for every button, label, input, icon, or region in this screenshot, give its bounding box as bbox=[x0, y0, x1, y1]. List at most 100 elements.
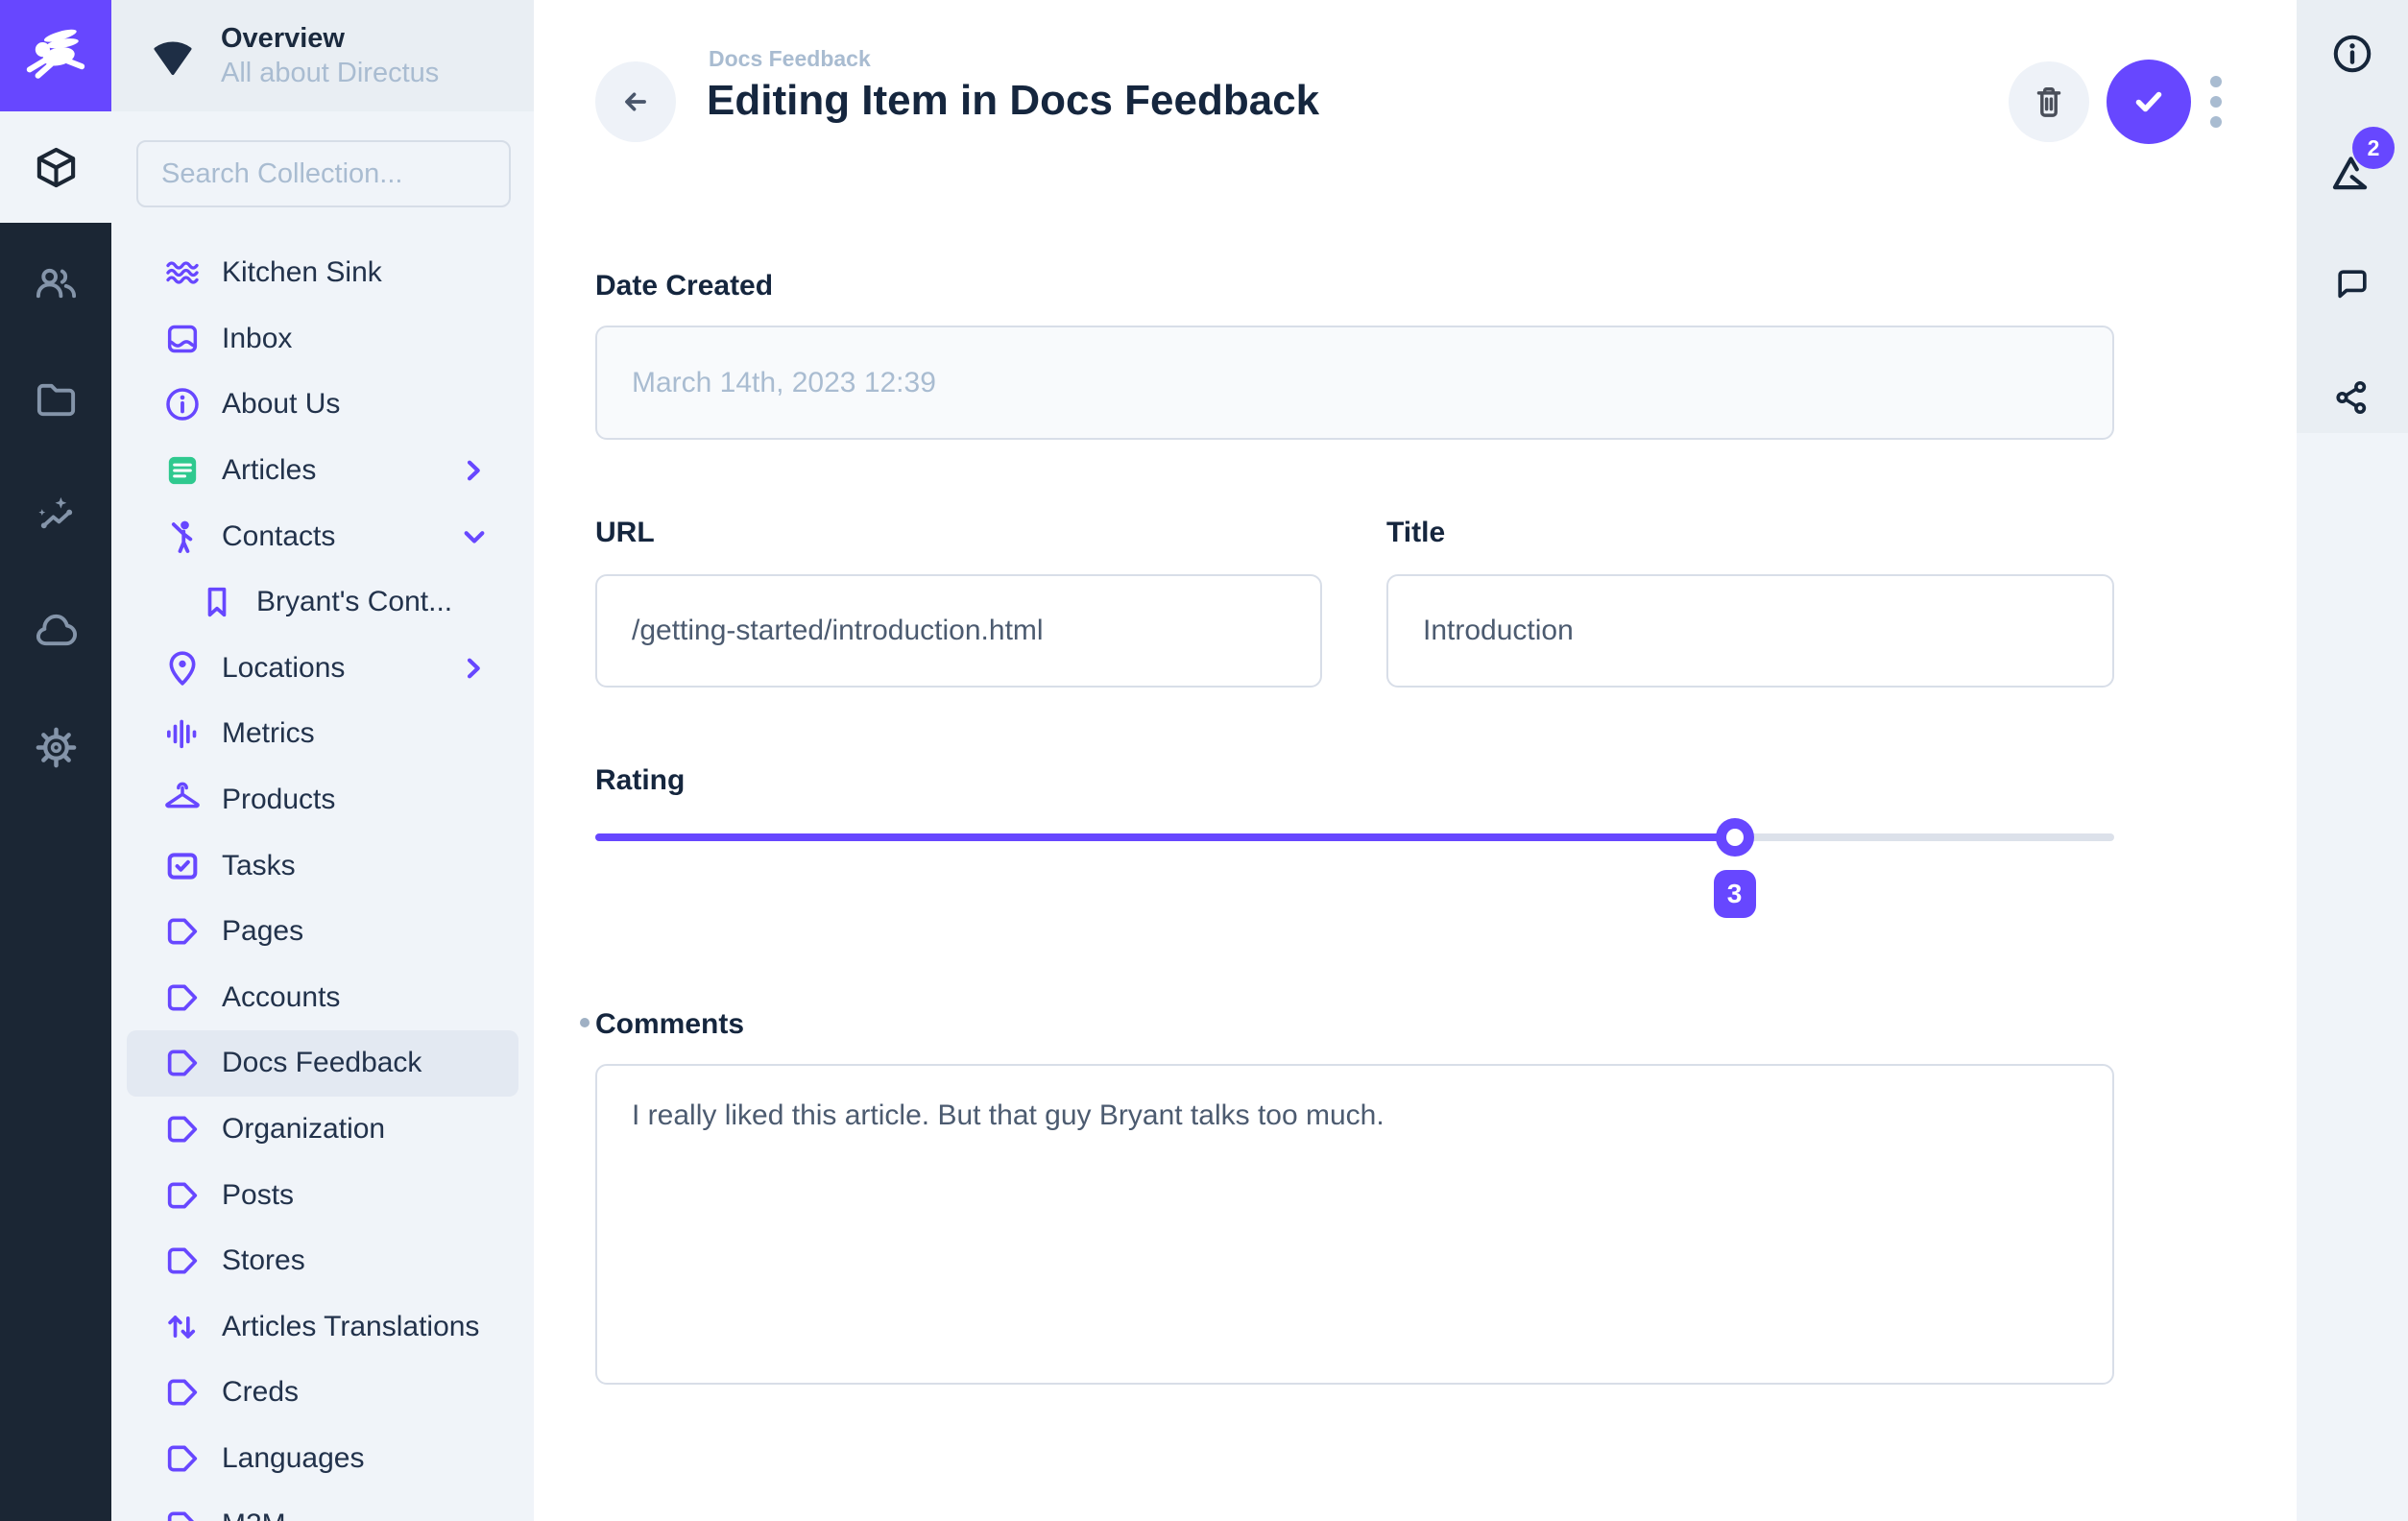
sidebar-item-label: Articles bbox=[222, 454, 316, 487]
sidebar-item-inbox[interactable]: Inbox bbox=[127, 306, 518, 373]
module-bar bbox=[0, 0, 111, 1521]
bookmark-icon bbox=[198, 583, 236, 621]
sidebar-item-label: Tasks bbox=[222, 850, 296, 882]
sidebar-item-label: M2M bbox=[222, 1509, 286, 1521]
comments-label: Comments bbox=[595, 1003, 744, 1046]
sidebar-item-tasks[interactable]: Tasks bbox=[127, 833, 518, 899]
comments-edited-dot bbox=[580, 1018, 590, 1027]
project-header[interactable]: Overview All about Directus bbox=[111, 0, 534, 111]
sidebar-item-accounts[interactable]: Accounts bbox=[127, 965, 518, 1031]
metrics-icon bbox=[163, 714, 202, 753]
tag-icon bbox=[163, 978, 202, 1017]
sidebar-item-products[interactable]: Products bbox=[127, 767, 518, 833]
sidebar-item-metrics[interactable]: Metrics bbox=[127, 701, 518, 767]
title-field[interactable] bbox=[1386, 574, 2114, 688]
sidebar-item-articles-translations[interactable]: Articles Translations bbox=[127, 1294, 518, 1361]
trash-icon bbox=[2027, 80, 2071, 124]
date-created-label: Date Created bbox=[595, 265, 773, 307]
date-created-field[interactable] bbox=[595, 326, 2114, 440]
sidebar-item-label: Products bbox=[222, 784, 335, 816]
sidebar-item-label: Organization bbox=[222, 1113, 385, 1146]
app-logo[interactable] bbox=[0, 0, 111, 111]
item-info-button[interactable] bbox=[2330, 32, 2374, 76]
folder-icon bbox=[34, 377, 79, 422]
sidebar-item-organization[interactable]: Organization bbox=[127, 1097, 518, 1163]
sidebar-item-languages[interactable]: Languages bbox=[127, 1426, 518, 1492]
sidebar-item-docs-feedback[interactable]: Docs Feedback bbox=[127, 1030, 518, 1097]
tag-icon bbox=[163, 1176, 202, 1215]
title-label: Title bbox=[1386, 512, 1445, 554]
module-item-user-directory[interactable] bbox=[0, 227, 111, 338]
breadcrumb[interactable]: Docs Feedback bbox=[709, 46, 871, 72]
collection-list: Kitchen SinkInbox About Us Articles Contact… bbox=[127, 240, 518, 1521]
sidebar-item-label: Bryant's Cont... bbox=[256, 586, 452, 618]
url-field[interactable] bbox=[595, 574, 1322, 688]
project-text: Overview All about Directus bbox=[221, 21, 439, 90]
sidebar-item-label: Articles Translations bbox=[222, 1311, 479, 1343]
sidebar-item-posts[interactable]: Posts bbox=[127, 1162, 518, 1228]
search-input[interactable] bbox=[136, 140, 511, 207]
tag-icon bbox=[163, 1506, 202, 1521]
module-item-cloud[interactable] bbox=[0, 574, 111, 686]
dots-vertical-icon bbox=[2210, 76, 2222, 87]
project-title: Overview bbox=[221, 21, 439, 56]
module-item-content[interactable] bbox=[0, 111, 111, 223]
rating-slider[interactable]: 3 bbox=[595, 833, 2114, 841]
sidebar-item-articles[interactable]: Articles bbox=[127, 438, 518, 504]
url-label: URL bbox=[595, 512, 655, 554]
share-button[interactable] bbox=[2330, 375, 2374, 420]
chevron-down-icon[interactable] bbox=[455, 518, 494, 556]
sidebar-item-creds[interactable]: Creds bbox=[127, 1360, 518, 1426]
chevron-right-icon[interactable] bbox=[455, 451, 494, 490]
project-subtitle: All about Directus bbox=[221, 56, 439, 90]
rabbit-logo-icon bbox=[17, 17, 94, 94]
delete-button[interactable] bbox=[2009, 61, 2089, 142]
sidebar-item-label: About Us bbox=[222, 388, 340, 421]
app-root: Overview All about Directus Kitchen Sink… bbox=[0, 0, 2408, 1521]
check-icon bbox=[2126, 79, 2172, 125]
main-content: Docs Feedback Editing Item in Docs Feedb… bbox=[534, 0, 2297, 1521]
cloud-icon bbox=[34, 608, 79, 653]
chevron-right-icon[interactable] bbox=[455, 649, 494, 688]
sidebar-item-pages[interactable]: Pages bbox=[127, 899, 518, 965]
sidebar-item-kitchen-sink[interactable]: Kitchen Sink bbox=[127, 240, 518, 306]
slider-knob[interactable] bbox=[1716, 818, 1754, 857]
insights-icon bbox=[34, 493, 79, 538]
right-sidebar: 2 bbox=[2297, 0, 2408, 1521]
back-button[interactable] bbox=[595, 61, 676, 142]
info-icon bbox=[163, 385, 202, 423]
comments-panel-button[interactable] bbox=[2331, 263, 2373, 305]
waves-icon bbox=[163, 254, 202, 292]
sidebar-item-label: Stores bbox=[222, 1244, 305, 1277]
sidebar-item-label: Creds bbox=[222, 1376, 299, 1409]
module-item-settings[interactable] bbox=[0, 691, 111, 803]
sidebar-item-about-us[interactable]: About Us bbox=[127, 372, 518, 438]
sidebar-item-m2m[interactable]: M2M bbox=[127, 1491, 518, 1521]
sidebar-item-label: Metrics bbox=[222, 717, 315, 750]
sidebar-item-label: Pages bbox=[222, 915, 303, 948]
share-icon bbox=[2330, 375, 2374, 420]
more-options-button[interactable] bbox=[2197, 63, 2235, 140]
module-item-insights[interactable] bbox=[0, 459, 111, 570]
sidebar-item-label: Locations bbox=[222, 652, 345, 685]
sidebar-item-bryant-s-cont[interactable]: Bryant's Cont... bbox=[127, 569, 518, 636]
sidebar-item-contacts[interactable]: Contacts bbox=[127, 503, 518, 569]
module-item-file-library[interactable] bbox=[0, 344, 111, 455]
sidebar-item-label: Languages bbox=[222, 1442, 364, 1475]
article-icon bbox=[163, 451, 202, 490]
sidebar-item-stores[interactable]: Stores bbox=[127, 1228, 518, 1294]
slider-fill bbox=[595, 833, 1735, 841]
comments-field[interactable]: I really liked this article. But that gu… bbox=[595, 1064, 2114, 1385]
task-icon bbox=[163, 847, 202, 885]
sidebar-item-label: Posts bbox=[222, 1179, 294, 1212]
tag-icon bbox=[163, 1110, 202, 1148]
save-button[interactable] bbox=[2107, 60, 2191, 144]
tag-icon bbox=[163, 1242, 202, 1280]
fan-icon bbox=[148, 31, 198, 81]
collections-sidebar: Overview All about Directus Kitchen Sink… bbox=[111, 0, 534, 1521]
inbox-icon bbox=[163, 320, 202, 358]
person-icon bbox=[163, 518, 202, 556]
users-icon bbox=[34, 260, 79, 305]
sidebar-item-locations[interactable]: Locations bbox=[127, 636, 518, 702]
rating-value-badge: 3 bbox=[1714, 870, 1756, 918]
